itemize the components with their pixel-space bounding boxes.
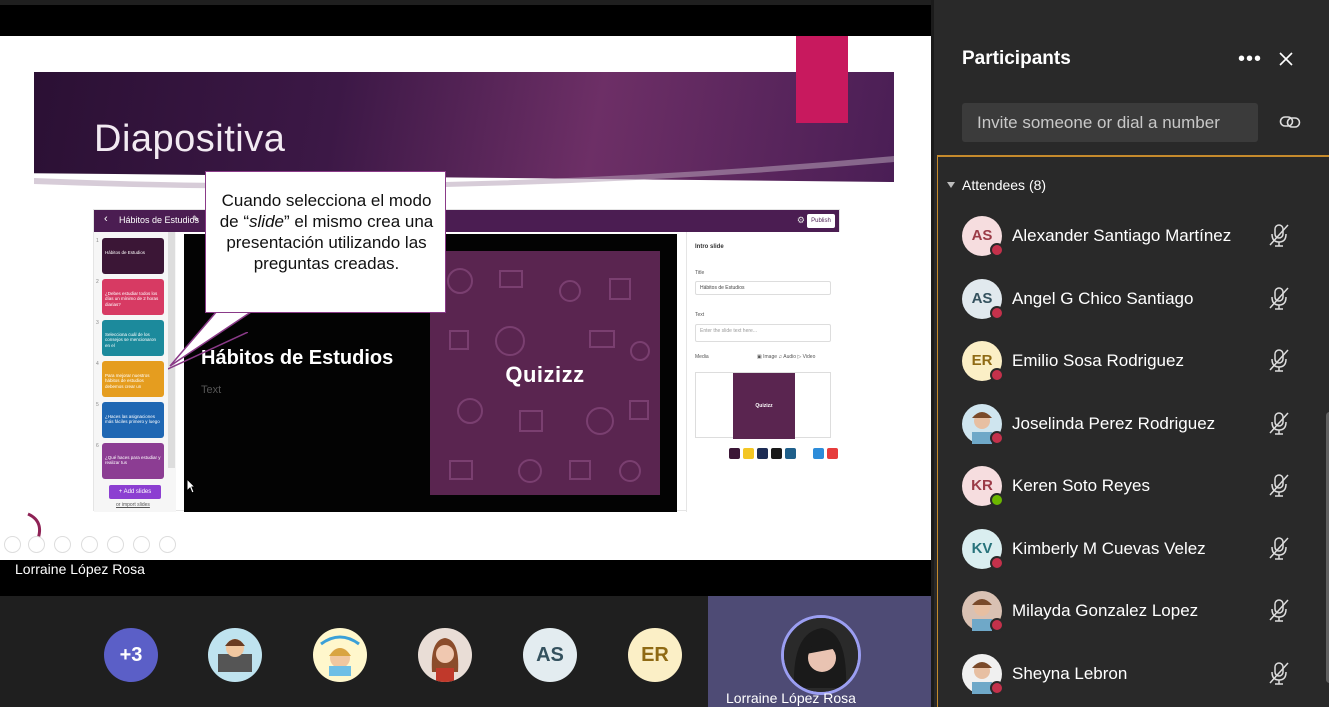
bitmoji-avatar-icon xyxy=(218,639,252,672)
text-label: Text xyxy=(695,312,705,318)
panel-title: Participants xyxy=(962,48,1071,69)
muted-mic-icon[interactable] xyxy=(1268,286,1290,310)
more-participants-button[interactable]: +3 xyxy=(104,628,158,682)
close-icon[interactable] xyxy=(1279,52,1293,66)
participant-avatar[interactable] xyxy=(313,628,367,682)
theme-swatch xyxy=(757,448,768,459)
shared-content-stage: Diapositiva ‹ Hábitos de Estudios ✎ ⚙ Pu… xyxy=(0,0,931,596)
media-label: Media xyxy=(695,354,709,360)
title-label: Title xyxy=(695,270,705,276)
theme-swatch xyxy=(827,448,838,459)
attendee-row[interactable]: AS Alexander Santiago Martínez xyxy=(938,216,1318,276)
publish-button: Publish xyxy=(807,214,835,228)
attendees-header[interactable]: Attendees (8) xyxy=(962,177,1046,193)
theme-swatch xyxy=(771,448,782,459)
zoom-icon[interactable] xyxy=(107,536,124,553)
settings-heading: Intro slide xyxy=(695,244,724,250)
busy-status-icon xyxy=(990,305,1004,320)
available-status-icon xyxy=(990,493,1004,507)
participant-gallery: +3 AS ER Lorraine López Rosa xyxy=(0,596,931,707)
busy-status-icon xyxy=(990,430,1004,445)
active-speaker-tile[interactable]: Lorraine López Rosa xyxy=(708,596,931,707)
theme-swatch xyxy=(785,448,796,459)
media-tabs: ▣ Image ♫ Audio ▷ Video xyxy=(757,354,816,360)
media-preview: Quizizz xyxy=(695,372,831,439)
attendee-name: Sheyna Lebron xyxy=(1012,663,1128,683)
quizizz-pattern-image: Quizizz xyxy=(430,251,660,495)
undo-icon[interactable] xyxy=(4,536,21,553)
participant-avatar[interactable] xyxy=(418,628,472,682)
attendees-list: Attendees (8) AS Alexander Santiago Martí… xyxy=(937,157,1329,707)
attendee-name: Kimberly M Cuevas Velez xyxy=(1012,538,1206,558)
attendee-row[interactable]: KV Kimberly M Cuevas Velez xyxy=(938,528,1318,589)
subtitles-icon[interactable] xyxy=(133,536,150,553)
theme-swatch xyxy=(799,448,810,459)
share-link-icon[interactable] xyxy=(1279,113,1301,131)
theme-swatch xyxy=(813,448,824,459)
attendee-row[interactable]: AS Angel G Chico Santiago xyxy=(938,278,1318,339)
callout-box: Cuando selecciona el modo de “slide” el … xyxy=(205,171,446,313)
collapse-caret-icon[interactable] xyxy=(947,182,955,188)
add-slides-button: + Add slides xyxy=(109,485,161,499)
attendee-name: Keren Soto Reyes xyxy=(1012,476,1150,495)
attendee-name: Angel G Chico Santiago xyxy=(1012,288,1194,308)
thumbnail-number: 6 xyxy=(96,443,99,449)
pointer-icon[interactable] xyxy=(28,536,45,553)
media-preview-image: Quizizz xyxy=(733,373,795,439)
text-field: Enter the slide text here... xyxy=(695,324,831,342)
speaker-avatar xyxy=(781,615,861,695)
callout-pointer-tip xyxy=(168,332,248,370)
callout-text: Cuando selecciona el modo de “slide” el … xyxy=(219,191,434,273)
import-slides-link: or import slides xyxy=(116,502,150,508)
muted-mic-icon[interactable] xyxy=(1268,598,1290,622)
attendee-row[interactable]: KR Keren Soto Reyes xyxy=(938,466,1318,526)
muted-mic-icon[interactable] xyxy=(1268,661,1290,685)
participant-avatar-initials[interactable]: AS xyxy=(523,628,577,682)
attendee-name: Joselinda Perez Rodriguez xyxy=(1012,413,1216,433)
muted-mic-icon[interactable] xyxy=(1268,223,1290,247)
do-not-disturb-status-icon xyxy=(990,680,1004,695)
attendee-row[interactable]: Joselinda Perez Rodriguez xyxy=(938,403,1318,464)
attendee-name: Alexander Santiago Martínez xyxy=(1012,226,1232,245)
title-field: Hábitos de Estudios xyxy=(695,281,831,295)
mouse-cursor-icon xyxy=(186,478,196,494)
more-options-icon[interactable] xyxy=(159,536,176,553)
invite-input[interactable]: Invite someone or dial a number xyxy=(962,103,1258,142)
muted-mic-icon[interactable] xyxy=(1268,348,1290,372)
pen-icon[interactable] xyxy=(54,536,71,553)
busy-status-icon xyxy=(990,368,1004,382)
muted-mic-icon[interactable] xyxy=(1268,473,1290,497)
participant-avatar[interactable] xyxy=(208,628,262,682)
teams-meeting-window: Diapositiva ‹ Hábitos de Estudios ✎ ⚙ Pu… xyxy=(0,0,1329,707)
powerpoint-slide: Diapositiva ‹ Hábitos de Estudios ✎ ⚙ Pu… xyxy=(0,36,931,560)
busy-status-icon xyxy=(990,618,1004,632)
slide-accent-tab xyxy=(796,36,848,123)
slide-thumbnail: ¿Qué haces para estudiar y realizar tus xyxy=(102,443,164,479)
slides-icon[interactable] xyxy=(81,536,98,553)
muted-mic-icon[interactable] xyxy=(1268,536,1290,560)
attendee-name: Emilio Sosa Rodriguez xyxy=(1012,351,1184,370)
participant-avatar-initials[interactable]: ER xyxy=(628,628,682,682)
attendee-row[interactable]: ER Emilio Sosa Rodriguez xyxy=(938,341,1318,401)
busy-status-icon xyxy=(990,555,1004,570)
top-bar xyxy=(0,0,931,5)
busy-status-icon xyxy=(990,243,1004,257)
muted-mic-icon[interactable] xyxy=(1268,411,1290,435)
theme-swatch xyxy=(729,448,740,459)
attendee-row[interactable]: Sheyna Lebron xyxy=(938,653,1318,707)
speaker-name: Lorraine López Rosa xyxy=(726,690,856,706)
speaker-photo-icon xyxy=(784,618,858,692)
presenter-name: Lorraine López Rosa xyxy=(15,561,145,577)
gear-icon: ⚙ xyxy=(796,215,805,225)
theme-swatch xyxy=(743,448,754,459)
working-from-home-avatar-icon xyxy=(320,635,360,676)
attendee-name: Milayda Gonzalez Lopez xyxy=(1012,601,1199,620)
participants-panel: Participants ••• Invite someone or dial … xyxy=(931,0,1329,707)
slide-settings-panel: Intro slide Title Hábitos de Estudios Te… xyxy=(686,232,840,512)
attendee-row[interactable]: Milayda Gonzalez Lopez xyxy=(938,591,1318,651)
quizizz-logo: Quizizz xyxy=(505,362,585,387)
participant-photo-icon xyxy=(431,638,459,682)
more-options-icon[interactable]: ••• xyxy=(1238,48,1262,71)
